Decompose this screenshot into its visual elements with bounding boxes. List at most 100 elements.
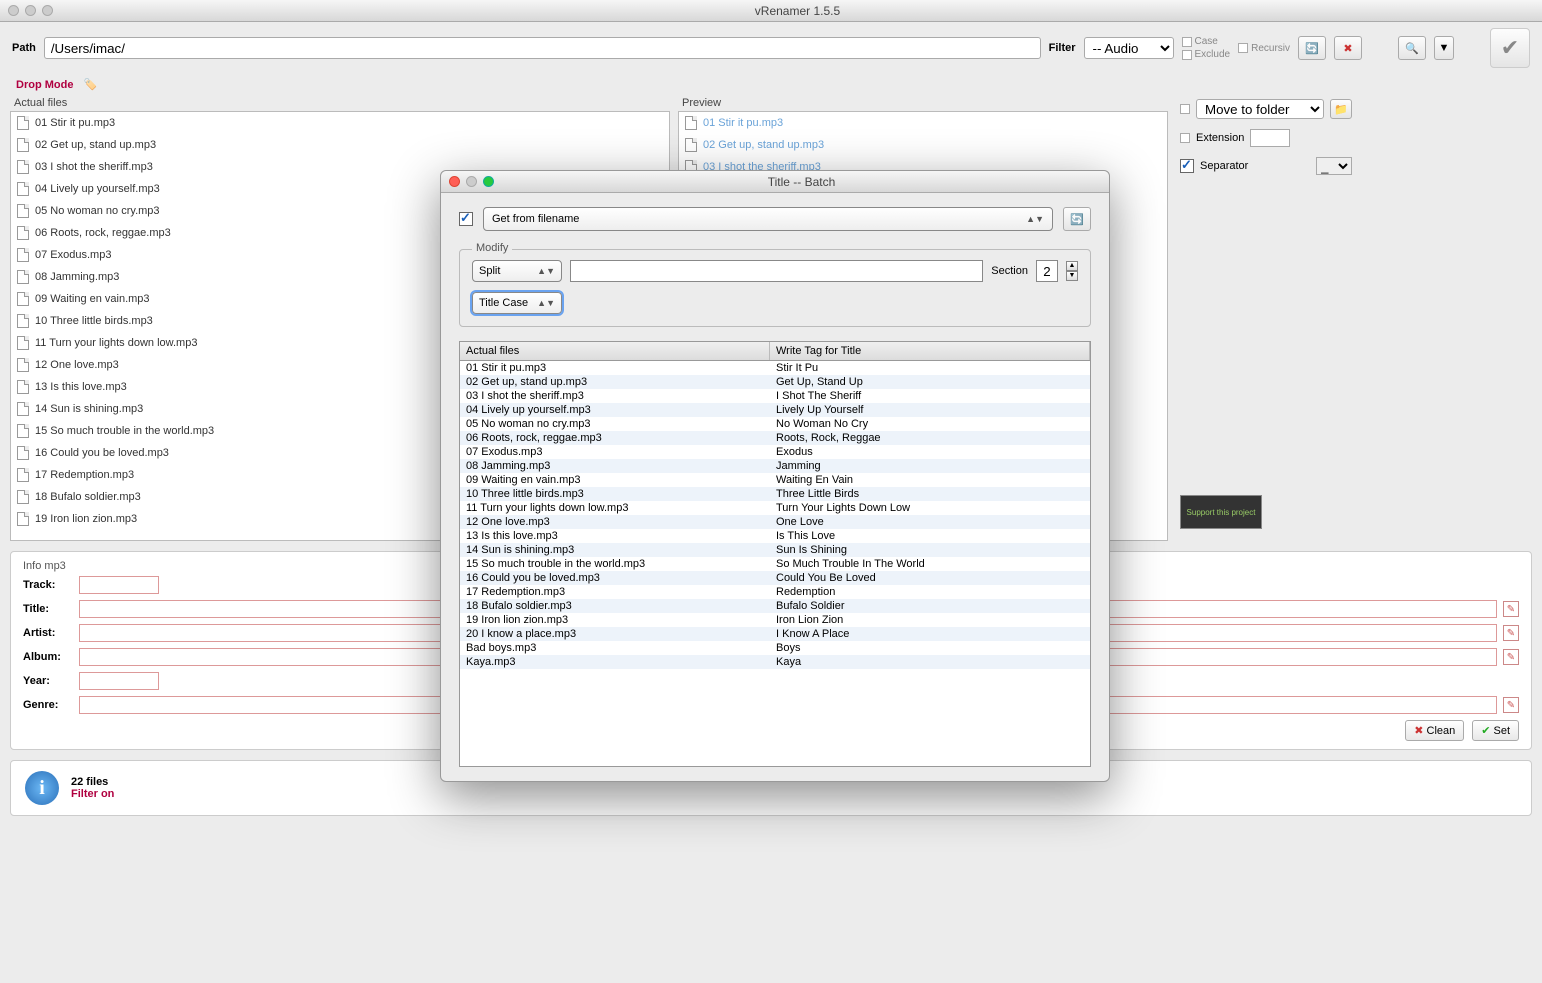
table-row[interactable]: 18 Bufalo soldier.mp3Bufalo Soldier xyxy=(460,599,1090,613)
split-select[interactable]: Split▲▼ xyxy=(472,260,562,282)
track-input[interactable] xyxy=(79,576,159,594)
ext-checkbox[interactable] xyxy=(1180,133,1190,143)
refresh-button[interactable]: 🔄 xyxy=(1298,36,1326,60)
file-row[interactable]: 01 Stir it pu.mp3 xyxy=(11,112,669,134)
app-title: vRenamer 1.5.5 xyxy=(53,4,1542,18)
edit-genre-icon[interactable]: ✎ xyxy=(1503,697,1519,713)
table-row[interactable]: 08 Jamming.mp3Jamming xyxy=(460,459,1090,473)
table-row[interactable]: 13 Is this love.mp3Is This Love xyxy=(460,529,1090,543)
table-row[interactable]: 04 Lively up yourself.mp3Lively Up Yours… xyxy=(460,403,1090,417)
recursiv-checkbox[interactable] xyxy=(1238,43,1248,53)
source-select[interactable]: Get from filename▲▼ xyxy=(483,207,1053,231)
file-icon xyxy=(17,424,29,438)
file-icon xyxy=(685,138,697,152)
clean-button[interactable]: ✖Clean xyxy=(1405,720,1464,741)
modal-title: Title -- Batch xyxy=(494,175,1109,189)
modal-min-icon[interactable] xyxy=(466,176,477,187)
file-icon xyxy=(17,116,29,130)
file-icon xyxy=(17,182,29,196)
sep-label: Separator xyxy=(1200,160,1248,172)
section-spinner[interactable] xyxy=(1036,260,1058,282)
file-icon xyxy=(17,380,29,394)
file-icon xyxy=(17,512,29,526)
clear-button[interactable]: ✖ xyxy=(1334,36,1362,60)
main-titlebar: vRenamer 1.5.5 xyxy=(0,0,1542,22)
actual-files-label: Actual files xyxy=(10,95,670,111)
table-row[interactable]: 15 So much trouble in the world.mp3So Mu… xyxy=(460,557,1090,571)
dropdown-button[interactable]: ▼ xyxy=(1434,36,1454,60)
move-checkbox[interactable] xyxy=(1180,104,1190,114)
source-checkbox[interactable] xyxy=(459,212,473,226)
edit-artist-icon[interactable]: ✎ xyxy=(1503,625,1519,641)
path-input[interactable] xyxy=(44,37,1041,59)
edit-album-icon[interactable]: ✎ xyxy=(1503,649,1519,665)
table-row[interactable]: 16 Could you be loved.mp3Could You Be Lo… xyxy=(460,571,1090,585)
case-checkbox[interactable] xyxy=(1182,37,1192,47)
table-row[interactable]: 14 Sun is shining.mp3Sun Is Shining xyxy=(460,543,1090,557)
filter-select[interactable]: -- Audio xyxy=(1084,37,1174,59)
modal-close-icon[interactable] xyxy=(449,176,460,187)
file-count: 22 files xyxy=(71,776,114,788)
sep-checkbox[interactable] xyxy=(1180,159,1194,173)
file-icon xyxy=(17,204,29,218)
table-row[interactable]: Bad boys.mp3Boys xyxy=(460,641,1090,655)
file-icon xyxy=(17,490,29,504)
drop-mode-label[interactable]: Drop Mode xyxy=(16,79,73,91)
sep-select[interactable]: _ xyxy=(1316,157,1352,175)
table-row[interactable]: 10 Three little birds.mp3Three Little Bi… xyxy=(460,487,1090,501)
move-select[interactable]: Move to folder xyxy=(1196,99,1324,119)
modify-fieldset: Modify Split▲▼ Section ▲▼ Title Case▲▼ xyxy=(459,249,1091,327)
table-row[interactable]: 17 Redemption.mp3Redemption xyxy=(460,585,1090,599)
file-icon xyxy=(685,116,697,130)
table-row[interactable]: Kaya.mp3Kaya xyxy=(460,655,1090,669)
set-button[interactable]: ✔Set xyxy=(1472,720,1519,741)
minimize-icon[interactable] xyxy=(25,5,36,16)
col-write[interactable]: Write Tag for Title xyxy=(770,342,1090,360)
support-badge[interactable]: Support this project xyxy=(1180,495,1262,529)
table-row[interactable]: 20 I know a place.mp3I Know A Place xyxy=(460,627,1090,641)
search-button[interactable]: 🔍 xyxy=(1398,36,1426,60)
table-row[interactable]: 07 Exodus.mp3Exodus xyxy=(460,445,1090,459)
section-label: Section xyxy=(991,265,1028,277)
col-actual[interactable]: Actual files xyxy=(460,342,770,360)
table-row[interactable]: 02 Get up, stand up.mp3Get Up, Stand Up xyxy=(460,375,1090,389)
modal-table: Actual files Write Tag for Title 01 Stir… xyxy=(459,341,1091,767)
file-row[interactable]: 02 Get up, stand up.mp3 xyxy=(11,134,669,156)
table-row[interactable]: 01 Stir it pu.mp3Stir It Pu xyxy=(460,361,1090,375)
table-row[interactable]: 11 Turn your lights down low.mp3Turn You… xyxy=(460,501,1090,515)
preview-row[interactable]: 01 Stir it pu.mp3 xyxy=(679,112,1167,134)
table-row[interactable]: 03 I shot the sheriff.mp3I Shot The Sher… xyxy=(460,389,1090,403)
folder-button[interactable]: 📁 xyxy=(1330,99,1352,119)
edit-title-icon[interactable]: ✎ xyxy=(1503,601,1519,617)
file-icon xyxy=(17,402,29,416)
table-row[interactable]: 05 No woman no cry.mp3No Woman No Cry xyxy=(460,417,1090,431)
year-input[interactable] xyxy=(79,672,159,690)
preview-row[interactable]: 02 Get up, stand up.mp3 xyxy=(679,134,1167,156)
close-icon[interactable] xyxy=(8,5,19,16)
table-row[interactable]: 09 Waiting en vain.mp3Waiting En Vain xyxy=(460,473,1090,487)
filter-on-label: Filter on xyxy=(71,788,114,800)
tag-icon: 🏷️ xyxy=(83,78,97,91)
spin-down[interactable]: ▼ xyxy=(1066,271,1078,281)
preview-label: Preview xyxy=(678,95,1168,111)
modal-refresh-button[interactable]: 🔄 xyxy=(1063,207,1091,231)
table-row[interactable]: 19 Iron lion zion.mp3Iron Lion Zion xyxy=(460,613,1090,627)
file-icon xyxy=(17,292,29,306)
info-icon: i xyxy=(25,771,59,805)
ext-input[interactable] xyxy=(1250,129,1290,147)
table-row[interactable]: 06 Roots, rock, reggae.mp3Roots, Rock, R… xyxy=(460,431,1090,445)
file-icon xyxy=(17,248,29,262)
exclude-checkbox[interactable] xyxy=(1182,50,1192,60)
case-select[interactable]: Title Case▲▼ xyxy=(472,292,562,314)
file-icon xyxy=(17,226,29,240)
spin-up[interactable]: ▲ xyxy=(1066,261,1078,271)
apply-button[interactable]: ✔ xyxy=(1490,28,1530,68)
file-icon xyxy=(17,138,29,152)
ext-label: Extension xyxy=(1196,132,1244,144)
file-icon xyxy=(17,160,29,174)
zoom-icon[interactable] xyxy=(42,5,53,16)
file-icon xyxy=(17,336,29,350)
modal-zoom-icon[interactable] xyxy=(483,176,494,187)
table-row[interactable]: 12 One love.mp3One Love xyxy=(460,515,1090,529)
split-input[interactable] xyxy=(570,260,983,282)
